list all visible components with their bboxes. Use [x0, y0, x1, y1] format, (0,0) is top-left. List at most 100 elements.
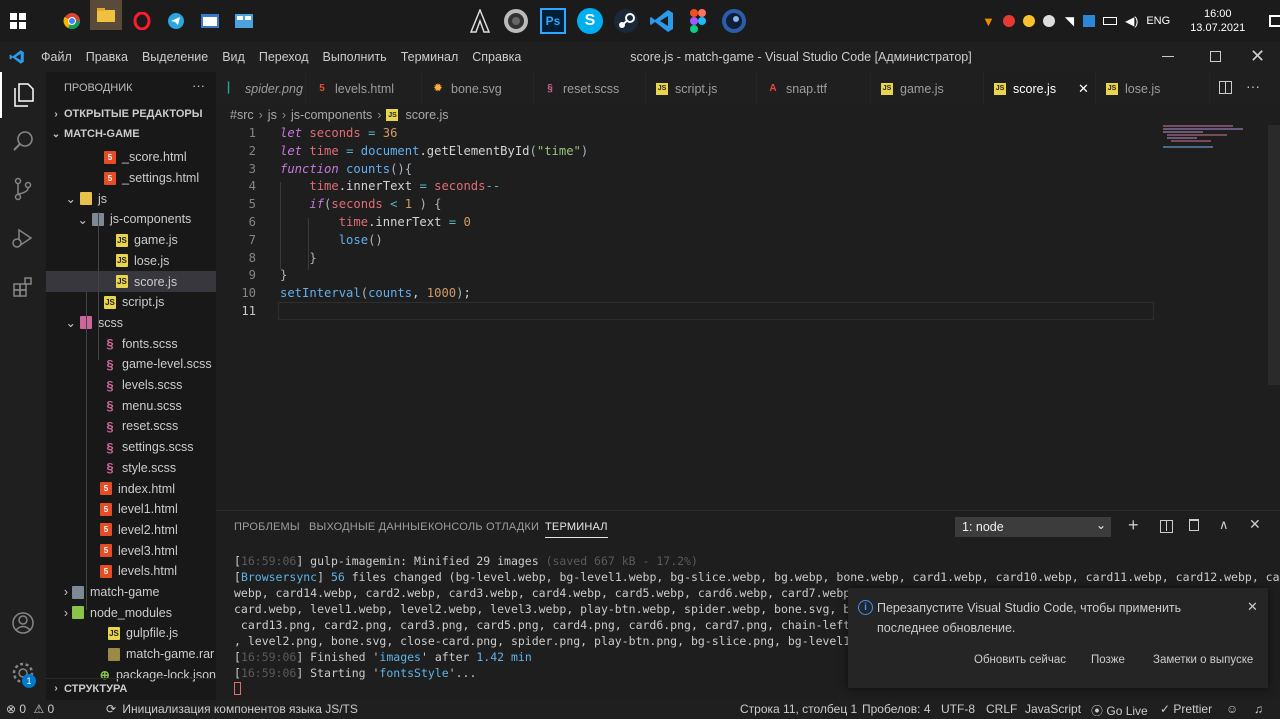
tree-item[interactable]: › match-game: [46, 582, 216, 603]
tree-item[interactable]: ⌄ scss: [46, 313, 216, 334]
tree-item[interactable]: ⌄ js-components: [46, 209, 216, 230]
code-line[interactable]: lose(): [280, 233, 383, 247]
opera-icon[interactable]: [126, 5, 158, 37]
breadcrumb-item[interactable]: js: [268, 108, 277, 122]
editor-tab[interactable]: JS score.js ✕: [984, 72, 1096, 105]
file-explorer-icon[interactable]: [90, 0, 122, 30]
tree-item[interactable]: § game-level.scss: [46, 354, 216, 375]
code-line[interactable]: }: [280, 251, 316, 265]
tree-item[interactable]: 5 level2.html: [46, 520, 216, 541]
tree-item[interactable]: JS score.js: [46, 271, 216, 292]
explorer-more-icon[interactable]: ···: [192, 78, 205, 93]
breadcrumb-item[interactable]: js-components: [291, 108, 372, 122]
task-status[interactable]: ⟳ Инициализация компонентов языка JS/TS: [106, 702, 358, 716]
tree-item[interactable]: ⌄ js: [46, 188, 216, 209]
update-now-button[interactable]: Обновить сейчас: [974, 654, 1066, 666]
extensions-icon[interactable]: [0, 264, 46, 310]
code-line[interactable]: if(seconds < 1 ) {: [280, 197, 441, 211]
tree-item[interactable]: 5 index.html: [46, 478, 216, 499]
code-editor[interactable]: 1 2 3 4 5 6 7 8 9 10 11 let seconds = 36 let time =…: [216, 125, 1280, 510]
vscode-taskbar-icon[interactable]: [646, 5, 678, 37]
editor-tab[interactable]: JS lose.js: [1096, 72, 1210, 105]
photoshop-icon[interactable]: Ps: [537, 5, 569, 37]
restore-button[interactable]: [1210, 51, 1221, 62]
terminal-select[interactable]: 1: node ⌄: [955, 517, 1111, 537]
close-panel-icon[interactable]: ✕: [1249, 516, 1261, 533]
bell-icon[interactable]: ♫: [1254, 702, 1263, 716]
steam-icon[interactable]: [610, 5, 642, 37]
problems-indicator[interactable]: ⊗ 0 ⚠ 0: [6, 702, 54, 716]
tray-yellow-icon[interactable]: [1022, 15, 1035, 27]
tab-problems[interactable]: ПРОБЛЕМЫ: [234, 521, 300, 533]
vlc-tray-icon[interactable]: ▼: [982, 14, 995, 29]
editor-tab[interactable]: Asnap.ttf: [757, 72, 871, 105]
tree-item[interactable]: match-game.rar: [46, 644, 216, 665]
editor-tab[interactable]: ✹ bone.svg: [422, 72, 534, 105]
tree-item[interactable]: JS game.js: [46, 230, 216, 251]
monitor-app-icon[interactable]: [228, 5, 260, 37]
split-editor-icon[interactable]: [1219, 81, 1232, 94]
tree-item[interactable]: 5 _score.html: [46, 147, 216, 168]
split-terminal-icon[interactable]: [1160, 520, 1173, 533]
speaker-app-icon[interactable]: [500, 5, 532, 37]
tree-item[interactable]: JS script.js: [46, 292, 216, 313]
figma-icon[interactable]: [682, 5, 714, 37]
cinema4d-icon[interactable]: [718, 5, 750, 37]
go-live-button[interactable]: ⦿ Go Live: [1091, 702, 1148, 719]
tree-item[interactable]: JS lose.js: [46, 251, 216, 272]
tree-item[interactable]: 5 level3.html: [46, 540, 216, 561]
later-button[interactable]: Позже: [1091, 654, 1125, 666]
code-line[interactable]: }: [280, 268, 287, 282]
editor-tab[interactable]: JS script.js: [646, 72, 757, 105]
close-notification-icon[interactable]: ✕: [1247, 599, 1258, 615]
source-control-icon[interactable]: [0, 166, 46, 212]
feedback-icon[interactable]: ☺: [1226, 702, 1238, 716]
tree-item[interactable]: § reset.scss: [46, 416, 216, 437]
language-indicator[interactable]: ENG: [1146, 15, 1170, 27]
tree-item[interactable]: JS gulpfile.js: [46, 623, 216, 644]
new-terminal-icon[interactable]: +: [1128, 515, 1139, 536]
tree-item[interactable]: § settings.scss: [46, 437, 216, 458]
cursor-position[interactable]: Строка 11, столбец 1: [740, 702, 857, 716]
tray-white-icon[interactable]: [1042, 15, 1055, 27]
tree-item[interactable]: 5 _settings.html: [46, 168, 216, 189]
editor-tab[interactable]: § reset.scss: [534, 72, 646, 105]
tree-item[interactable]: 5 level1.html: [46, 499, 216, 520]
outline-section[interactable]: › СТРУКТУРА: [46, 678, 216, 699]
settings-gear-icon[interactable]: 1: [0, 650, 46, 696]
language-mode[interactable]: JavaScript: [1025, 702, 1081, 716]
kill-terminal-icon[interactable]: [1189, 519, 1199, 531]
tab-debug-console[interactable]: КОНСОЛЬ ОТЛАДКИ: [428, 521, 539, 533]
editor-more-icon[interactable]: ···: [1246, 78, 1260, 94]
tree-item[interactable]: › node_modules: [46, 602, 216, 623]
editor-tab[interactable]: 5 levels.html: [306, 72, 422, 105]
tree-item[interactable]: § style.scss: [46, 458, 216, 479]
tree-item[interactable]: § menu.scss: [46, 395, 216, 416]
minimap[interactable]: [1161, 125, 1261, 165]
tab-output[interactable]: ВЫХОДНЫЕ ДАННЫЕ: [309, 521, 428, 533]
code-line[interactable]: let seconds = 36: [280, 126, 397, 140]
telegram-icon[interactable]: [160, 5, 192, 37]
search-icon[interactable]: [0, 118, 46, 164]
volume-icon[interactable]: ◀): [1125, 14, 1138, 28]
minimize-button[interactable]: [1162, 56, 1174, 57]
tree-item[interactable]: § fonts.scss: [46, 333, 216, 354]
chrome-icon[interactable]: [56, 5, 88, 37]
breadcrumb-item[interactable]: score.js: [405, 108, 448, 122]
run-debug-icon[interactable]: [0, 215, 46, 261]
clock[interactable]: 16:00 13.07.2021: [1190, 7, 1245, 35]
scrollbar[interactable]: [1268, 125, 1280, 385]
editor-tab[interactable]: JS game.js: [871, 72, 984, 105]
account-icon[interactable]: [0, 600, 46, 646]
wifi-icon[interactable]: ◥: [1065, 14, 1074, 28]
code-line[interactable]: time.innerText = seconds--: [280, 179, 500, 193]
assassins-creed-icon[interactable]: [464, 5, 496, 37]
code-line[interactable]: function counts(){: [280, 162, 412, 176]
end-of-line[interactable]: CRLF: [986, 702, 1017, 716]
tray-app-icon[interactable]: [1083, 15, 1096, 27]
editor-tab[interactable]: ▏ spider.png: [216, 72, 306, 105]
code-line[interactable]: setInterval(counts, 1000);: [280, 286, 471, 300]
explorer-icon[interactable]: [0, 72, 46, 118]
windows-start-icon[interactable]: [2, 5, 34, 37]
notifications-icon[interactable]: [1269, 15, 1280, 27]
